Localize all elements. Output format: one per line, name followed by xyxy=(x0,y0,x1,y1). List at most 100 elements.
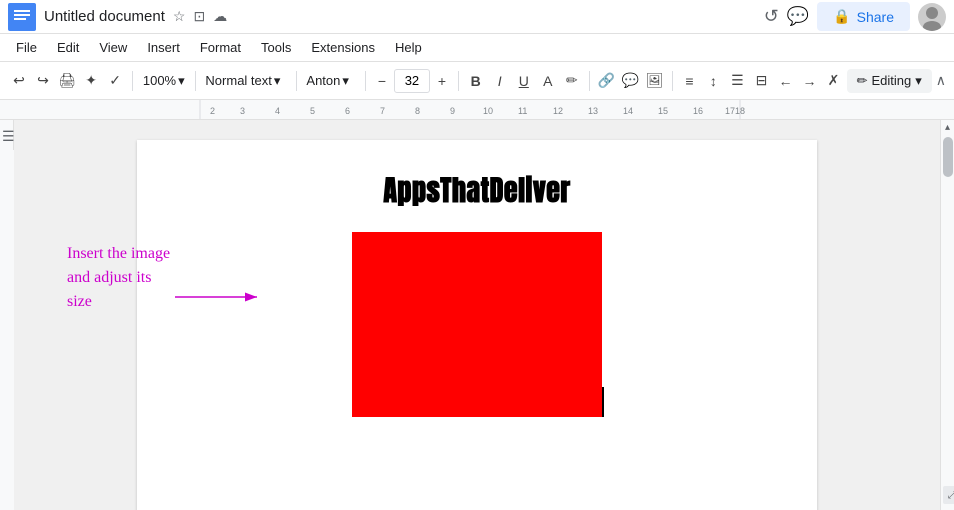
star-icon[interactable]: ☆ xyxy=(173,8,186,25)
svg-text:9: 9 xyxy=(450,106,455,116)
toolbar-separator-7 xyxy=(672,71,673,91)
scroll-up-button[interactable]: ▴ xyxy=(941,120,954,135)
inserted-image[interactable] xyxy=(352,232,602,417)
menu-help[interactable]: Help xyxy=(387,38,430,57)
scrollbar: ▴ ⤢ xyxy=(940,120,954,510)
toolbar-separator-3 xyxy=(296,71,297,91)
image-button[interactable]: 🖼 xyxy=(644,67,666,95)
chevron-down-icon-4: ▾ xyxy=(915,73,922,89)
editing-mode-button[interactable]: ✏ Editing ▾ xyxy=(847,69,932,93)
cloud-status-icon: ☁ xyxy=(213,8,227,25)
image-section: Insert the image and adjust its size xyxy=(197,232,757,417)
paragraph-style-dropdown[interactable]: Normal text ▾ xyxy=(201,67,289,95)
document-title[interactable]: Untitled document xyxy=(44,8,165,25)
toolbar-separator-6 xyxy=(589,71,590,91)
menu-edit[interactable]: Edit xyxy=(49,38,87,57)
svg-text:13: 13 xyxy=(588,106,598,116)
left-gutter: ☰ xyxy=(0,120,14,510)
align-button[interactable]: ≡ xyxy=(678,67,700,95)
spell-check-button[interactable]: ✓ xyxy=(104,67,126,95)
document-page[interactable]: AppsThatDeliver Insert the image and adj… xyxy=(137,140,817,510)
svg-text:15: 15 xyxy=(658,106,668,116)
toolbar-separator-2 xyxy=(195,71,196,91)
svg-text:8: 8 xyxy=(415,106,420,116)
chevron-down-icon-3: ▾ xyxy=(342,73,349,89)
svg-text:18: 18 xyxy=(735,106,745,116)
decrease-indent-button[interactable]: ← xyxy=(774,67,796,95)
font-size-increase-button[interactable]: + xyxy=(432,67,452,95)
share-button[interactable]: 🔒 Share xyxy=(817,2,910,31)
scrollbar-thumb[interactable] xyxy=(943,137,953,177)
chat-icon[interactable]: 💬 xyxy=(787,6,809,27)
page-container: AppsThatDeliver Insert the image and adj… xyxy=(14,120,940,510)
document-heading: AppsThatDeliver xyxy=(197,170,757,212)
zoom-dropdown[interactable]: 100% ▾ xyxy=(139,67,189,95)
chevron-down-icon: ▾ xyxy=(178,73,185,89)
svg-text:3: 3 xyxy=(240,106,245,116)
outline-icon[interactable]: ☰ xyxy=(2,128,15,145)
bold-button[interactable]: B xyxy=(465,67,487,95)
user-avatar[interactable] xyxy=(918,3,946,31)
svg-text:17: 17 xyxy=(725,106,735,116)
pencil-icon: ✏ xyxy=(857,73,868,89)
svg-text:7: 7 xyxy=(380,106,385,116)
document-content: AppsThatDeliver Insert the image and adj… xyxy=(197,170,757,417)
title-icons: ☆ ⊡ ☁ xyxy=(171,8,229,25)
highlight-button[interactable]: ✏ xyxy=(561,67,583,95)
svg-text:6: 6 xyxy=(345,106,350,116)
svg-text:16: 16 xyxy=(693,106,703,116)
text-color-button[interactable]: A xyxy=(537,67,559,95)
undo-button[interactable]: ↩ xyxy=(8,67,30,95)
font-dropdown[interactable]: Anton ▾ xyxy=(302,67,359,95)
bullet-list-button[interactable]: ☰ xyxy=(726,67,748,95)
menu-view[interactable]: View xyxy=(91,38,135,57)
toolbar-separator-4 xyxy=(365,71,366,91)
main-area: ☰ AppsThatDeliver Insert the image and a… xyxy=(0,120,954,510)
toolbar-separator-5 xyxy=(458,71,459,91)
underline-button[interactable]: U xyxy=(513,67,535,95)
docs-logo xyxy=(8,3,36,31)
increase-indent-button[interactable]: → xyxy=(798,67,820,95)
svg-text:2: 2 xyxy=(210,106,215,116)
svg-text:11: 11 xyxy=(518,106,527,116)
toolbar-separator-1 xyxy=(132,71,133,91)
menu-format[interactable]: Format xyxy=(192,38,249,57)
clear-formatting-button[interactable]: ✗ xyxy=(823,67,845,95)
lock-icon: 🔒 xyxy=(833,8,850,25)
expand-icon[interactable]: ⤢ xyxy=(943,486,954,504)
font-size-decrease-button[interactable]: − xyxy=(372,67,392,95)
text-cursor xyxy=(602,387,604,417)
menu-insert[interactable]: Insert xyxy=(139,38,188,57)
italic-button[interactable]: I xyxy=(489,67,511,95)
line-spacing-button[interactable]: ↕ xyxy=(702,67,724,95)
annotation-container: Insert the image and adjust its size xyxy=(67,242,177,314)
print-button[interactable]: 🖨 xyxy=(56,67,78,95)
chevron-down-icon-2: ▾ xyxy=(274,73,281,89)
redo-button[interactable]: ↪ xyxy=(32,67,54,95)
toolbar-right: ✏ Editing ▾ ∧ xyxy=(847,69,946,93)
vertical-ruler xyxy=(0,150,14,510)
paint-format-button[interactable]: ✦ xyxy=(80,67,102,95)
menu-bar: File Edit View Insert Format Tools Exten… xyxy=(0,34,954,62)
font-size-controls: − + xyxy=(372,67,452,95)
menu-extensions[interactable]: Extensions xyxy=(303,38,383,57)
numbered-list-button[interactable]: ⊟ xyxy=(750,67,772,95)
move-to-drive-icon[interactable]: ⊡ xyxy=(193,8,205,25)
title-bar: Untitled document ☆ ⊡ ☁ ↺ 💬 🔒 Share xyxy=(0,0,954,34)
annotation-text: Insert the image and adjust its size xyxy=(67,242,177,314)
svg-text:12: 12 xyxy=(553,106,563,116)
link-button[interactable]: 🔗 xyxy=(596,67,618,95)
ruler-svg: 2 3 4 5 6 7 8 9 10 11 12 13 14 15 16 17 … xyxy=(0,100,954,119)
comment-button[interactable]: 💬 xyxy=(620,67,642,95)
toolbar: ↩ ↪ 🖨 ✦ ✓ 100% ▾ Normal text ▾ Anton ▾ −… xyxy=(0,62,954,100)
svg-text:14: 14 xyxy=(623,106,633,116)
ruler: 2 3 4 5 6 7 8 9 10 11 12 13 14 15 16 17 … xyxy=(0,100,954,120)
font-size-input[interactable] xyxy=(394,69,430,93)
collapse-toolbar-button[interactable]: ∧ xyxy=(936,72,946,89)
menu-tools[interactable]: Tools xyxy=(253,38,299,57)
svg-text:4: 4 xyxy=(275,106,280,116)
annotation-arrow xyxy=(175,282,265,312)
svg-text:5: 5 xyxy=(310,106,315,116)
menu-file[interactable]: File xyxy=(8,38,45,57)
history-icon[interactable]: ↺ xyxy=(764,6,779,27)
